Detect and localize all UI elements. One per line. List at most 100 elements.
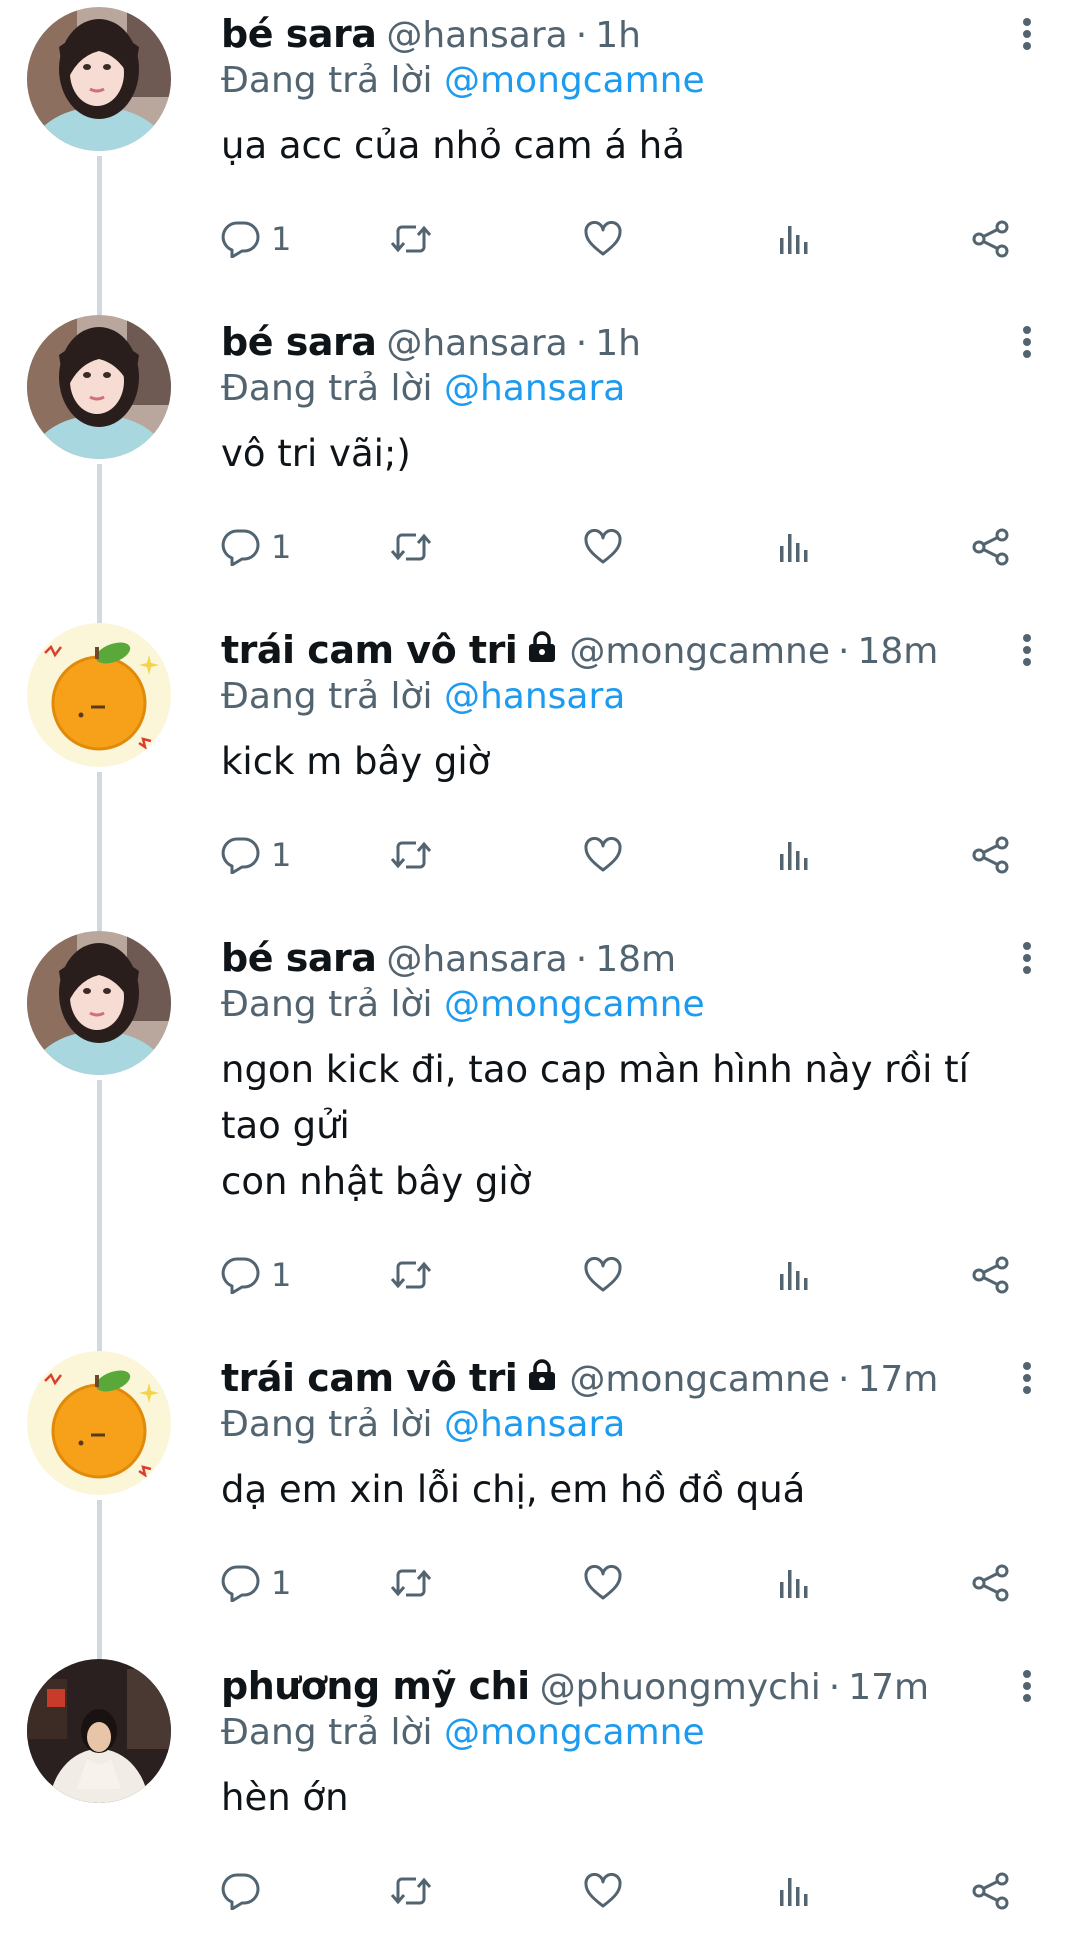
reply-button[interactable]: 1 bbox=[221, 836, 389, 874]
like-button[interactable] bbox=[583, 221, 777, 257]
views-icon bbox=[777, 1566, 811, 1600]
action-bar: 1 bbox=[221, 512, 1040, 582]
reply-mention-link[interactable]: @hansara bbox=[444, 1404, 625, 1445]
tweet-content: bé sara @hansara · 1h Đang trả lời @hans… bbox=[173, 308, 1080, 616]
timestamp[interactable]: 18m bbox=[857, 631, 938, 672]
retweet-button[interactable] bbox=[389, 1565, 583, 1601]
like-button[interactable] bbox=[583, 529, 777, 565]
display-name[interactable]: phương mỹ chi bbox=[221, 1664, 530, 1708]
like-button[interactable] bbox=[583, 1565, 777, 1601]
share-icon bbox=[971, 528, 1011, 566]
retweet-button[interactable] bbox=[389, 1257, 583, 1293]
views-button[interactable] bbox=[777, 1566, 971, 1600]
retweet-button[interactable] bbox=[389, 221, 583, 257]
reply-button[interactable]: 1 bbox=[221, 1564, 389, 1602]
views-icon bbox=[777, 222, 811, 256]
separator-dot: · bbox=[575, 939, 588, 980]
share-button[interactable] bbox=[971, 1564, 1031, 1602]
display-name[interactable]: trái cam vô tri bbox=[221, 1356, 518, 1400]
retweet-button[interactable] bbox=[389, 1873, 583, 1909]
timestamp[interactable]: 1h bbox=[595, 15, 641, 56]
thread-line bbox=[97, 156, 102, 320]
display-name[interactable]: trái cam vô tri bbox=[221, 628, 518, 672]
reply-count: 1 bbox=[271, 1256, 292, 1294]
display-name[interactable]: bé sara bbox=[221, 936, 377, 980]
like-button[interactable] bbox=[583, 837, 777, 873]
replying-prefix: Đang trả lời bbox=[221, 676, 433, 717]
chi-avatar[interactable] bbox=[27, 1659, 171, 1803]
user-handle[interactable]: @hansara bbox=[386, 323, 567, 364]
timestamp[interactable]: 18m bbox=[595, 939, 676, 980]
timestamp[interactable]: 17m bbox=[857, 1359, 938, 1400]
share-button[interactable] bbox=[971, 528, 1031, 566]
user-handle[interactable]: @hansara bbox=[386, 939, 567, 980]
share-button[interactable] bbox=[971, 1872, 1031, 1910]
timestamp[interactable]: 1h bbox=[595, 323, 641, 364]
tweet[interactable]: bé sara @hansara · 1h Đang trả lời @mong… bbox=[0, 0, 1080, 320]
retweet-button[interactable] bbox=[389, 837, 583, 873]
reply-icon bbox=[221, 1564, 261, 1602]
timestamp[interactable]: 17m bbox=[848, 1667, 929, 1708]
reply-mention-link[interactable]: @mongcamne bbox=[444, 984, 705, 1025]
like-button[interactable] bbox=[583, 1257, 777, 1293]
user-handle[interactable]: @mongcamne bbox=[569, 1359, 830, 1400]
views-button[interactable] bbox=[777, 530, 971, 564]
views-button[interactable] bbox=[777, 1258, 971, 1292]
display-name[interactable]: bé sara bbox=[221, 320, 377, 364]
sara-avatar[interactable] bbox=[27, 7, 171, 151]
thread-line bbox=[97, 464, 102, 628]
orange-avatar[interactable] bbox=[27, 623, 171, 767]
more-vertical-icon[interactable] bbox=[1022, 942, 1032, 974]
reply-count: 1 bbox=[271, 528, 292, 566]
reply-button[interactable]: 1 bbox=[221, 528, 389, 566]
like-button[interactable] bbox=[583, 1873, 777, 1909]
replying-to: Đang trả lời @mongcamne bbox=[221, 60, 1040, 106]
retweet-icon bbox=[389, 837, 433, 873]
reply-mention-link[interactable]: @hansara bbox=[444, 676, 625, 717]
tweet-text-line: vô tri vãi;) bbox=[221, 432, 411, 475]
views-button[interactable] bbox=[777, 838, 971, 872]
share-icon bbox=[971, 1564, 1011, 1602]
tweet[interactable]: trái cam vô tri @mongcamne · 18m Đang tr… bbox=[0, 616, 1080, 936]
retweet-icon bbox=[389, 1257, 433, 1293]
tweet-text: hèn ớn bbox=[221, 1770, 1040, 1826]
replying-prefix: Đang trả lời bbox=[221, 1404, 433, 1445]
tweet-text-line: hèn ớn bbox=[221, 1776, 349, 1819]
sara-avatar[interactable] bbox=[27, 931, 171, 1075]
sara-avatar[interactable] bbox=[27, 315, 171, 459]
avatar-column bbox=[27, 1652, 173, 1960]
more-vertical-icon[interactable] bbox=[1022, 1670, 1032, 1702]
tweet-header: trái cam vô tri @mongcamne · 17m bbox=[221, 1356, 1040, 1402]
user-handle[interactable]: @hansara bbox=[386, 15, 567, 56]
tweet[interactable]: phương mỹ chi @phuongmychi · 17m Đang tr… bbox=[0, 1652, 1080, 1960]
heart-icon bbox=[583, 1257, 623, 1293]
reply-mention-link[interactable]: @mongcamne bbox=[444, 1712, 705, 1753]
retweet-button[interactable] bbox=[389, 529, 583, 565]
user-handle[interactable]: @mongcamne bbox=[569, 631, 830, 672]
views-button[interactable] bbox=[777, 222, 971, 256]
tweet[interactable]: trái cam vô tri @mongcamne · 17m Đang tr… bbox=[0, 1344, 1080, 1664]
orange-avatar[interactable] bbox=[27, 1351, 171, 1495]
more-vertical-icon[interactable] bbox=[1022, 1362, 1032, 1394]
more-vertical-icon[interactable] bbox=[1022, 634, 1032, 666]
reply-button[interactable]: 1 bbox=[221, 1256, 389, 1294]
tweet[interactable]: bé sara @hansara · 18m Đang trả lời @mon… bbox=[0, 924, 1080, 1356]
heart-icon bbox=[583, 221, 623, 257]
views-button[interactable] bbox=[777, 1874, 971, 1908]
separator-dot: · bbox=[828, 1667, 841, 1708]
share-button[interactable] bbox=[971, 220, 1031, 258]
user-handle[interactable]: @phuongmychi bbox=[540, 1667, 821, 1708]
more-vertical-icon[interactable] bbox=[1022, 18, 1032, 50]
reply-button[interactable] bbox=[221, 1872, 389, 1910]
reply-mention-link[interactable]: @mongcamne bbox=[444, 60, 705, 101]
share-button[interactable] bbox=[971, 836, 1031, 874]
lock-icon bbox=[525, 631, 559, 663]
heart-icon bbox=[583, 529, 623, 565]
reply-button[interactable]: 1 bbox=[221, 220, 389, 258]
more-vertical-icon[interactable] bbox=[1022, 326, 1032, 358]
display-name[interactable]: bé sara bbox=[221, 12, 377, 56]
reply-mention-link[interactable]: @hansara bbox=[444, 368, 625, 409]
reply-count: 1 bbox=[271, 836, 292, 874]
share-button[interactable] bbox=[971, 1256, 1031, 1294]
tweet[interactable]: bé sara @hansara · 1h Đang trả lời @hans… bbox=[0, 308, 1080, 628]
